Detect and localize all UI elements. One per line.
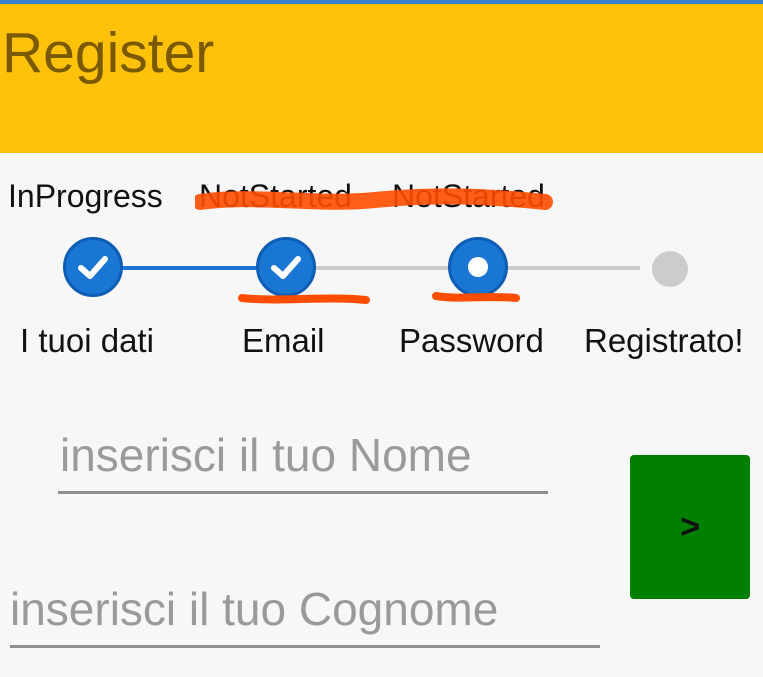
step-label-4: Registrato!	[584, 322, 744, 359]
last-name-underline	[10, 645, 600, 648]
check-icon	[271, 256, 301, 279]
app-bar: Register	[0, 4, 763, 153]
annotation-strike-scribble	[195, 188, 553, 210]
page-title: Register	[2, 21, 215, 85]
stepper-connector-1	[120, 266, 260, 270]
annotation-underline-scribble-password	[432, 292, 520, 302]
step-label-2: Email	[242, 322, 325, 359]
stepper-connector-2	[313, 266, 453, 270]
stepper-connector-3	[506, 266, 640, 270]
last-name-input[interactable]: inserisci il tuo Cognome	[10, 582, 498, 636]
annotation-underline-scribble-email	[238, 294, 370, 304]
step-4-circle[interactable]	[652, 251, 688, 287]
first-name-underline	[58, 491, 548, 494]
dot-icon	[468, 257, 488, 277]
step-status-1: InProgress	[8, 178, 163, 214]
step-label-1: I tuoi dati	[20, 322, 154, 359]
first-name-input[interactable]: inserisci il tuo Nome	[60, 428, 472, 482]
step-1-circle[interactable]	[63, 237, 123, 297]
next-button[interactable]: >	[630, 455, 750, 599]
check-icon	[78, 256, 108, 279]
step-label-3: Password	[399, 322, 544, 359]
